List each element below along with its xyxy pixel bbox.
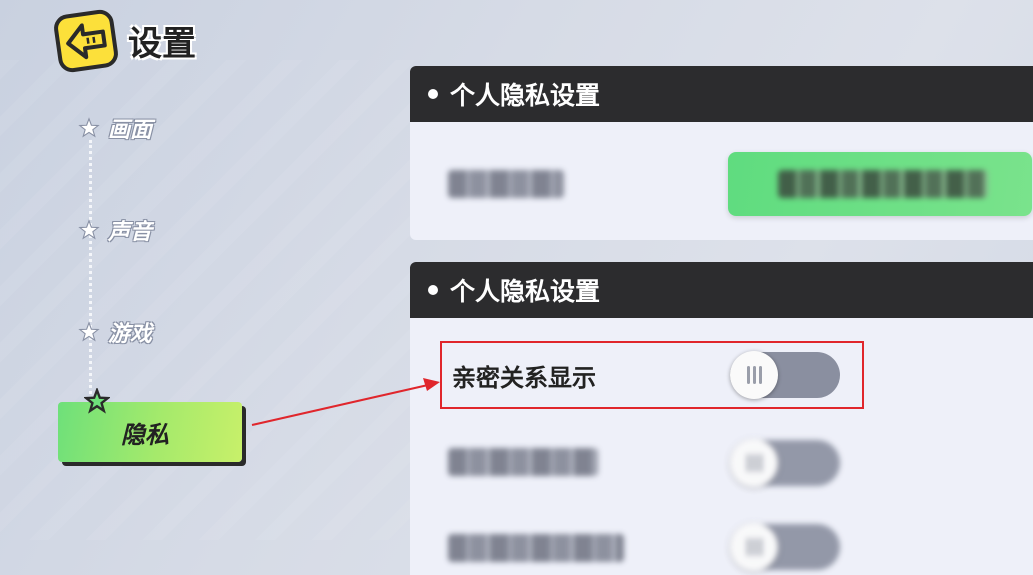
bullet-icon — [428, 285, 438, 295]
sidebar-item-privacy[interactable]: 隐私 — [58, 388, 242, 462]
sidebar-item-label: 画面 — [108, 118, 153, 143]
star-icon — [78, 117, 100, 138]
panel-title: 个人隐私设置 — [450, 277, 601, 306]
sidebar-item-label: 隐私 — [121, 420, 169, 449]
star-icon — [78, 321, 100, 342]
blurred-setting-label — [448, 170, 564, 198]
star-icon — [84, 388, 110, 414]
sidebar-connector-line — [89, 140, 92, 400]
star-icon — [78, 219, 100, 240]
blurred-button-label — [778, 170, 988, 198]
toggle-knob — [730, 523, 778, 571]
sidebar-item-game[interactable]: 游戏 — [78, 316, 152, 348]
background-decoration — [0, 60, 420, 540]
highlight-box — [440, 341, 864, 409]
privacy-panel-1: 个人隐私设置 — [410, 66, 1033, 240]
back-arrow-icon — [66, 23, 107, 60]
blurred-setting-label — [448, 534, 624, 562]
sidebar-item-label: 声音 — [108, 220, 153, 245]
privacy-panel-2: 个人隐私设置 亲密关系显示 — [410, 262, 1033, 575]
panel-header: 个人隐私设置 — [410, 262, 1033, 318]
panel-header: 个人隐私设置 — [410, 66, 1033, 122]
toggle-knob — [730, 439, 778, 487]
blurred-toggle[interactable] — [730, 523, 840, 571]
back-button[interactable] — [52, 8, 120, 74]
sidebar-item-sound[interactable]: 声音 — [78, 214, 152, 246]
page-title: 设置 — [128, 24, 196, 64]
sidebar-item-display[interactable]: 画面 — [78, 112, 152, 144]
blurred-setting-label — [448, 448, 598, 476]
sidebar-item-label: 游戏 — [108, 322, 153, 347]
bullet-icon — [428, 89, 438, 99]
panel-title: 个人隐私设置 — [450, 81, 601, 110]
blurred-action-button[interactable] — [728, 152, 1032, 216]
blurred-toggle[interactable] — [730, 439, 840, 487]
